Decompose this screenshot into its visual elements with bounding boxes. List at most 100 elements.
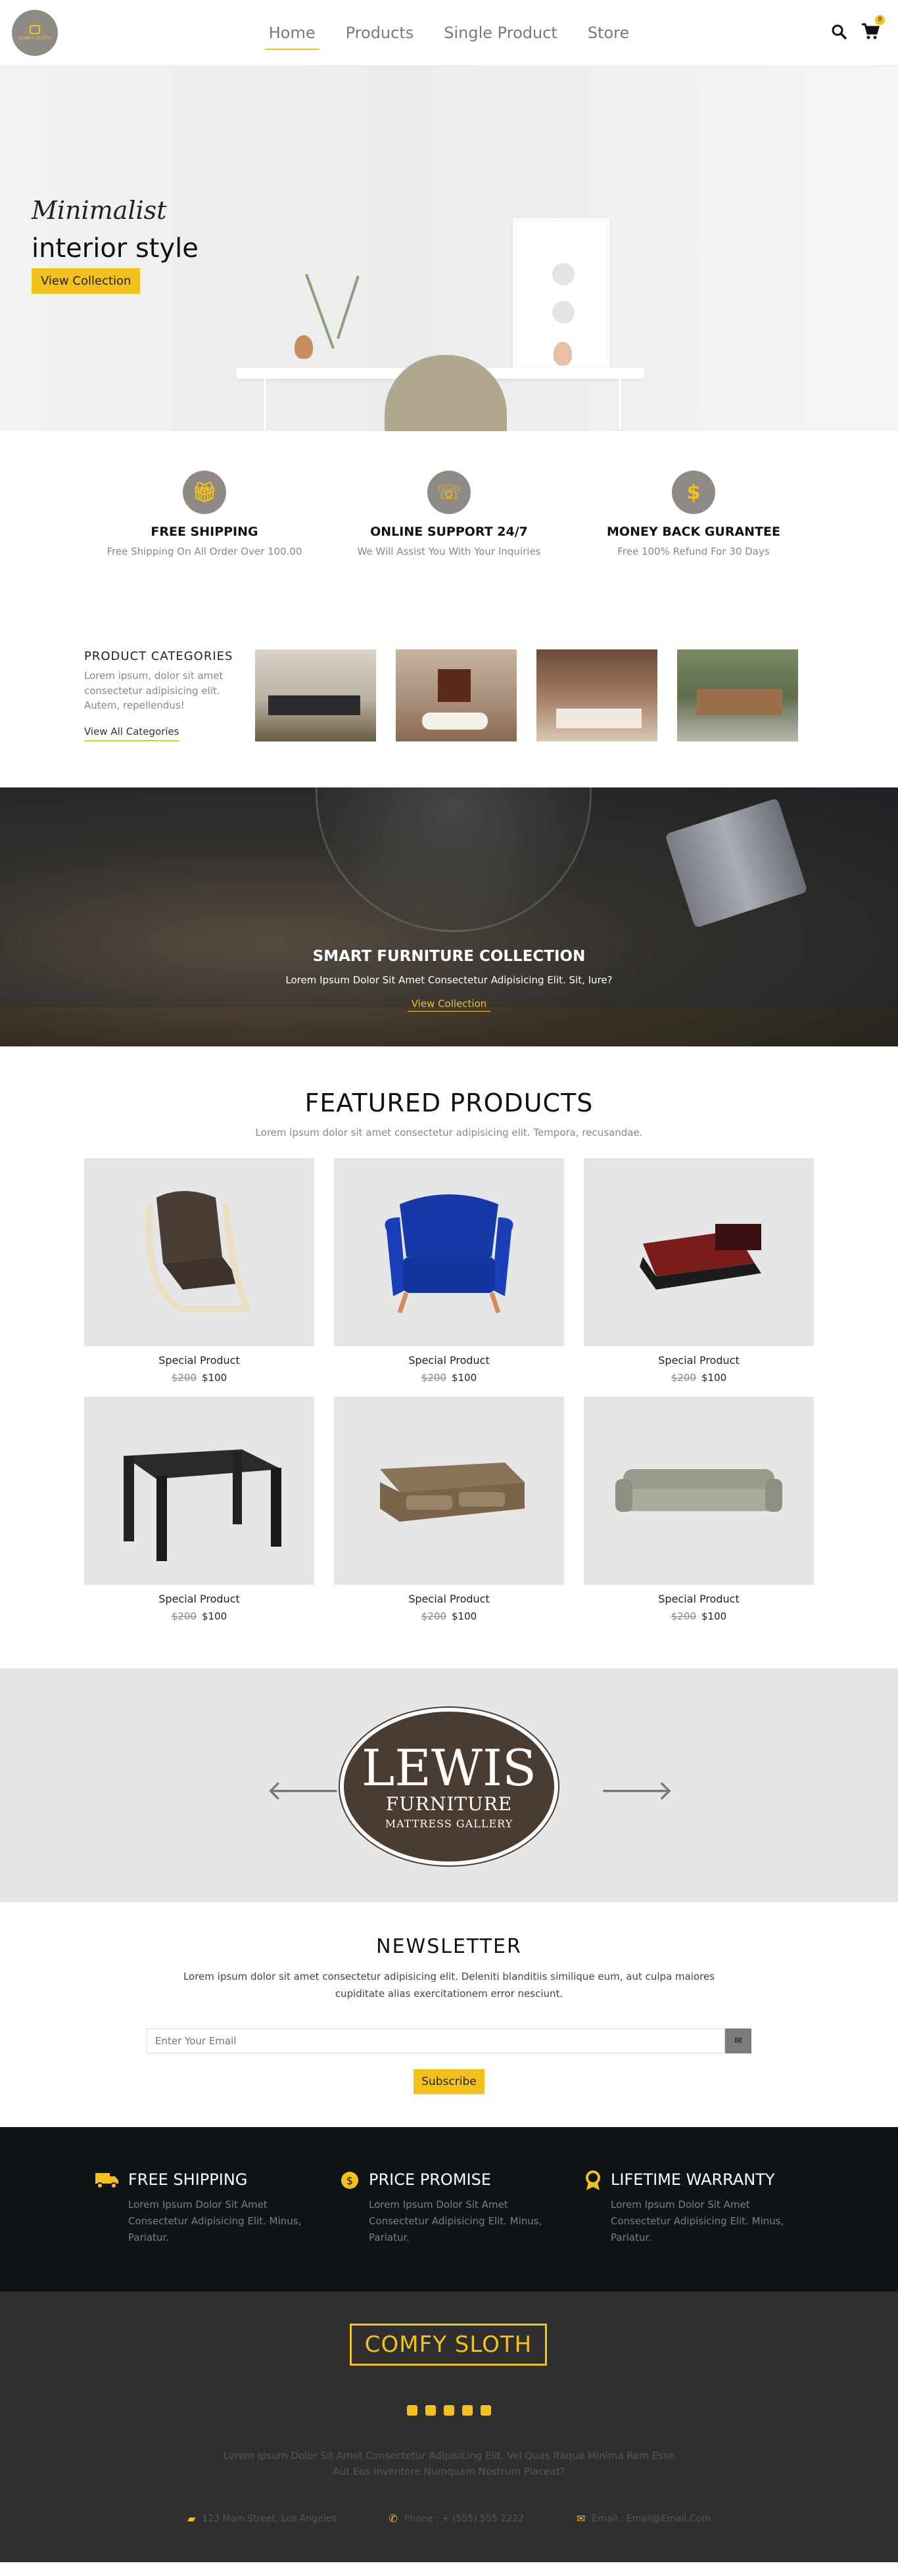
old-price: $200 <box>671 1372 696 1384</box>
product-image-brown-sofa[interactable] <box>334 1397 564 1585</box>
map-icon: ▰ <box>187 2512 196 2525</box>
youtube-icon[interactable] <box>481 2405 491 2416</box>
product-card[interactable]: Special Product $200 $100 <box>584 1397 814 1622</box>
service-item: $ MONEY BACK GURANTEE Free 100% Refund F… <box>571 471 816 557</box>
desk-leg <box>618 379 622 431</box>
nav-link-single-product[interactable]: Single Product <box>440 18 561 47</box>
footer-text: Lorem Ipsum Dolor Sit Amet Consectetur A… <box>223 2450 675 2478</box>
product-card[interactable]: Special Product $200 $100 <box>584 1158 814 1384</box>
subscribe-button[interactable]: Subscribe <box>414 2069 484 2094</box>
benefit-title: FREE SHIPPING <box>128 2170 248 2189</box>
featured-lead: Lorem ipsum dolor sit amet consectetur a… <box>255 1127 643 1138</box>
desk-leg <box>263 379 267 431</box>
nav-link-products[interactable]: Products <box>342 18 418 47</box>
brand-carousel: 🡐 LEWIS FURNITURE MATTRESS GALLERY 🡒 <box>0 1668 898 1902</box>
categories-section: PRODUCT CATEGORIES Lorem ipsum, dolor si… <box>0 584 898 787</box>
carousel-next-arrow-icon[interactable]: 🡒 <box>600 1773 674 1807</box>
product-card[interactable]: Special Product $200 $100 <box>334 1158 564 1384</box>
categories-title: PRODUCT CATEGORIES <box>84 649 233 663</box>
phone-icon: ✆ <box>389 2512 398 2525</box>
gift-icon: 🎁︎ <box>183 471 226 514</box>
google-plus-icon[interactable] <box>444 2405 454 2416</box>
phone-icon: ☏ <box>427 471 471 514</box>
product-image-grey-sofa[interactable] <box>584 1397 814 1585</box>
product-grid: Special Product $200 $100 Special Product… <box>84 1158 814 1635</box>
price: $100 <box>452 1610 477 1622</box>
old-price: $200 <box>421 1372 446 1384</box>
category-dining-image[interactable] <box>677 649 798 741</box>
twitter-icon[interactable] <box>425 2405 436 2416</box>
benefits-strip: FREE SHIPPING Lorem Ipsum Dolor Sit Amet… <box>0 2127 898 2292</box>
nav-link-home[interactable]: Home <box>264 18 319 50</box>
product-card[interactable]: Special Product $200 $100 <box>84 1397 314 1622</box>
service-title: MONEY BACK GURANTEE <box>607 525 780 539</box>
price: $100 <box>452 1372 477 1384</box>
product-prices: $200 $100 <box>84 1610 314 1622</box>
categories-text: Lorem ipsum, dolor sit amet consectetur … <box>84 670 224 711</box>
price: $100 <box>202 1372 227 1384</box>
product-name: Special Product <box>408 1593 490 1605</box>
search-icon[interactable] <box>831 24 847 42</box>
sofa-logo-icon <box>30 24 40 34</box>
banner-text: Lorem Ipsum Dolor Sit Amet Consectetur A… <box>285 974 613 986</box>
old-price: $200 <box>171 1610 197 1622</box>
hero-title: interior style <box>32 233 199 264</box>
services-section: 🎁︎ FREE SHIPPING Free Shipping On All Or… <box>0 431 898 584</box>
product-image-bed[interactable] <box>584 1158 814 1346</box>
nav-link-store[interactable]: Store <box>584 18 633 47</box>
benefit-title: LIFETIME WARRANTY <box>611 2170 775 2189</box>
plant-decor <box>337 275 360 339</box>
logo-text: COMFY SLOTH <box>18 35 52 41</box>
product-name: Special Product <box>158 1593 240 1605</box>
nav-actions: 0 <box>831 14 885 43</box>
service-item: ☏ ONLINE SUPPORT 24/7 We Will Assist You… <box>327 471 571 557</box>
brand-line-3: MATTRESS GALLERY <box>385 1817 513 1830</box>
product-image-table[interactable] <box>84 1397 314 1585</box>
hero-subtitle: Minimalist <box>32 196 167 225</box>
view-collection-button[interactable]: View Collection <box>32 268 141 294</box>
product-image-armchair[interactable] <box>84 1158 314 1346</box>
facebook-icon[interactable] <box>407 2405 417 2416</box>
service-title: ONLINE SUPPORT 24/7 <box>370 525 528 539</box>
product-card[interactable]: Special Product $200 $100 <box>334 1397 564 1622</box>
product-name: Special Product <box>158 1354 240 1367</box>
collection-banner: SMART FURNITURE COLLECTION Lorem Ipsum D… <box>0 787 898 1046</box>
price: $100 <box>701 1372 727 1384</box>
product-prices: $200 $100 <box>84 1372 314 1384</box>
product-image-blue-armchair[interactable] <box>334 1158 564 1346</box>
brand-line-2: FURNITURE <box>385 1793 513 1815</box>
price: $100 <box>202 1610 227 1622</box>
envelope-icon: ✉ <box>576 2512 586 2525</box>
category-bathroom-image[interactable] <box>396 649 517 741</box>
benefit-item: FREE SHIPPING Lorem Ipsum Dolor Sit Amet… <box>95 2170 314 2245</box>
main-menu: Home Products Single Product Store <box>0 0 898 66</box>
truck-icon <box>95 2170 119 2245</box>
site-logo[interactable]: COMFY SLOTH <box>12 9 58 56</box>
phone-text: Phone : + (555) 555 2222 <box>404 2513 524 2524</box>
chair-decor <box>385 355 507 431</box>
service-item: 🎁︎ FREE SHIPPING Free Shipping On All Or… <box>82 471 327 557</box>
product-card[interactable]: Special Product $200 $100 <box>84 1158 314 1384</box>
footer-logo[interactable]: COMFY SLOTH <box>350 2324 547 2366</box>
service-text: We Will Assist You With Your Inquiries <box>357 546 541 557</box>
carousel-prev-arrow-icon[interactable]: 🡐 <box>266 1773 341 1807</box>
categories-intro: PRODUCT CATEGORIES Lorem ipsum, dolor si… <box>84 649 235 741</box>
category-living-room-image[interactable] <box>536 649 657 741</box>
category-kitchen-image[interactable] <box>255 649 376 741</box>
banner-view-collection-link[interactable]: View Collection <box>408 998 490 1012</box>
email-text: Email : Email@Email.Com <box>592 2513 711 2524</box>
cart-button[interactable]: 0 <box>861 14 885 43</box>
sofa-shape <box>556 709 642 728</box>
dining-table-shape <box>697 689 782 715</box>
email-item: ✉ Email : Email@Email.Com <box>577 2512 711 2525</box>
email-input[interactable] <box>147 2028 725 2053</box>
benefit-text: Lorem Ipsum Dolor Sit Amet Consectetur A… <box>611 2199 784 2243</box>
product-prices: $200 $100 <box>334 1610 564 1622</box>
view-all-categories-link[interactable]: View All Categories <box>84 725 179 741</box>
old-price: $200 <box>421 1610 446 1622</box>
dollar-icon: $ <box>672 471 715 514</box>
price: $100 <box>701 1610 727 1622</box>
envelope-icon[interactable]: ✉ <box>725 2028 751 2053</box>
instagram-icon[interactable] <box>462 2405 473 2416</box>
product-prices: $200 $100 <box>584 1610 814 1622</box>
